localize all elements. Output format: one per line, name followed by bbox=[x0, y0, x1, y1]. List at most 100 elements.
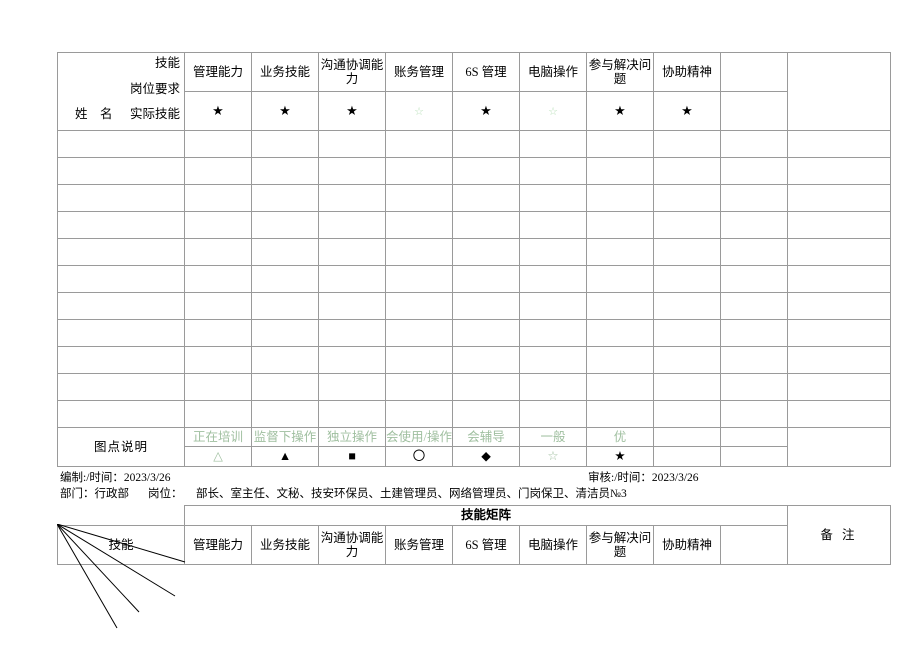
skill-cell[interactable] bbox=[251, 265, 319, 293]
remark-cell[interactable] bbox=[787, 184, 891, 212]
skill-cell[interactable] bbox=[318, 184, 386, 212]
blank-cell[interactable] bbox=[720, 346, 788, 374]
skill-cell[interactable] bbox=[586, 238, 654, 266]
remark-cell[interactable] bbox=[787, 265, 891, 293]
skill-cell[interactable] bbox=[385, 184, 453, 212]
skill-cell[interactable] bbox=[452, 238, 520, 266]
table-row[interactable] bbox=[57, 346, 891, 374]
name-cell[interactable] bbox=[57, 238, 185, 266]
skill-cell[interactable] bbox=[318, 265, 386, 293]
skill-cell[interactable] bbox=[452, 157, 520, 185]
skill-cell[interactable] bbox=[586, 346, 654, 374]
table-row[interactable] bbox=[57, 184, 891, 212]
skill-cell[interactable] bbox=[653, 211, 721, 239]
skill-cell[interactable] bbox=[653, 157, 721, 185]
skill-cell[interactable] bbox=[251, 130, 319, 158]
blank-cell[interactable] bbox=[720, 211, 788, 239]
skill-cell[interactable] bbox=[452, 211, 520, 239]
remark-cell[interactable] bbox=[787, 211, 891, 239]
skill-cell[interactable] bbox=[184, 373, 252, 401]
skill-cell[interactable] bbox=[519, 400, 587, 428]
table-row[interactable] bbox=[57, 238, 891, 266]
skill-cell[interactable] bbox=[519, 319, 587, 347]
table-row[interactable] bbox=[57, 265, 891, 293]
table-row[interactable] bbox=[57, 292, 891, 320]
skill-cell[interactable] bbox=[653, 238, 721, 266]
skill-cell[interactable] bbox=[251, 292, 319, 320]
skill-cell[interactable] bbox=[586, 292, 654, 320]
skill-cell[interactable] bbox=[519, 265, 587, 293]
table-row[interactable] bbox=[57, 130, 891, 158]
skill-cell[interactable] bbox=[653, 346, 721, 374]
name-cell[interactable] bbox=[57, 346, 185, 374]
skill-cell[interactable] bbox=[184, 211, 252, 239]
blank-cell[interactable] bbox=[720, 373, 788, 401]
skill-cell[interactable] bbox=[184, 346, 252, 374]
skill-cell[interactable] bbox=[519, 130, 587, 158]
skill-cell[interactable] bbox=[251, 184, 319, 212]
skill-cell[interactable] bbox=[586, 400, 654, 428]
name-cell[interactable] bbox=[57, 157, 185, 185]
skill-cell[interactable] bbox=[251, 157, 319, 185]
remark-cell[interactable] bbox=[787, 319, 891, 347]
skill-cell[interactable] bbox=[318, 400, 386, 428]
skill-cell[interactable] bbox=[184, 238, 252, 266]
skill-cell[interactable] bbox=[586, 265, 654, 293]
skill-cell[interactable] bbox=[653, 400, 721, 428]
skill-cell[interactable] bbox=[385, 130, 453, 158]
skill-cell[interactable] bbox=[318, 130, 386, 158]
skill-cell[interactable] bbox=[519, 346, 587, 374]
skill-cell[interactable] bbox=[519, 184, 587, 212]
blank-cell[interactable] bbox=[720, 400, 788, 428]
skill-cell[interactable] bbox=[251, 373, 319, 401]
skill-cell[interactable] bbox=[385, 319, 453, 347]
name-cell[interactable] bbox=[57, 373, 185, 401]
blank-cell[interactable] bbox=[720, 265, 788, 293]
blank-cell[interactable] bbox=[720, 292, 788, 320]
skill-cell[interactable] bbox=[318, 373, 386, 401]
skill-cell[interactable] bbox=[385, 292, 453, 320]
skill-cell[interactable] bbox=[184, 400, 252, 428]
name-cell[interactable] bbox=[57, 265, 185, 293]
skill-cell[interactable] bbox=[452, 184, 520, 212]
skill-cell[interactable] bbox=[653, 184, 721, 212]
skill-cell[interactable] bbox=[251, 400, 319, 428]
skill-cell[interactable] bbox=[653, 319, 721, 347]
skill-cell[interactable] bbox=[385, 157, 453, 185]
skill-cell[interactable] bbox=[318, 292, 386, 320]
skill-cell[interactable] bbox=[318, 211, 386, 239]
skill-cell[interactable] bbox=[385, 211, 453, 239]
skill-cell[interactable] bbox=[452, 373, 520, 401]
remark-cell[interactable] bbox=[787, 238, 891, 266]
table-row[interactable] bbox=[57, 373, 891, 401]
name-cell[interactable] bbox=[57, 211, 185, 239]
skill-cell[interactable] bbox=[586, 184, 654, 212]
skill-cell[interactable] bbox=[586, 211, 654, 239]
skill-cell[interactable] bbox=[184, 130, 252, 158]
skill-cell[interactable] bbox=[184, 319, 252, 347]
skill-cell[interactable] bbox=[184, 292, 252, 320]
remark-cell[interactable] bbox=[787, 157, 891, 185]
skill-cell[interactable] bbox=[385, 265, 453, 293]
blank-cell[interactable] bbox=[720, 319, 788, 347]
skill-cell[interactable] bbox=[653, 292, 721, 320]
skill-cell[interactable] bbox=[519, 211, 587, 239]
skill-cell[interactable] bbox=[452, 265, 520, 293]
skill-cell[interactable] bbox=[519, 157, 587, 185]
skill-cell[interactable] bbox=[318, 319, 386, 347]
skill-cell[interactable] bbox=[452, 346, 520, 374]
skill-cell[interactable] bbox=[251, 346, 319, 374]
skill-cell[interactable] bbox=[251, 211, 319, 239]
table-row[interactable] bbox=[57, 211, 891, 239]
name-cell[interactable] bbox=[57, 184, 185, 212]
skill-cell[interactable] bbox=[251, 319, 319, 347]
skill-cell[interactable] bbox=[184, 184, 252, 212]
name-cell[interactable] bbox=[57, 130, 185, 158]
skill-cell[interactable] bbox=[318, 346, 386, 374]
table-row[interactable] bbox=[57, 157, 891, 185]
skill-cell[interactable] bbox=[586, 373, 654, 401]
skill-cell[interactable] bbox=[184, 265, 252, 293]
skill-cell[interactable] bbox=[586, 157, 654, 185]
name-cell[interactable] bbox=[57, 400, 185, 428]
skill-cell[interactable] bbox=[385, 238, 453, 266]
